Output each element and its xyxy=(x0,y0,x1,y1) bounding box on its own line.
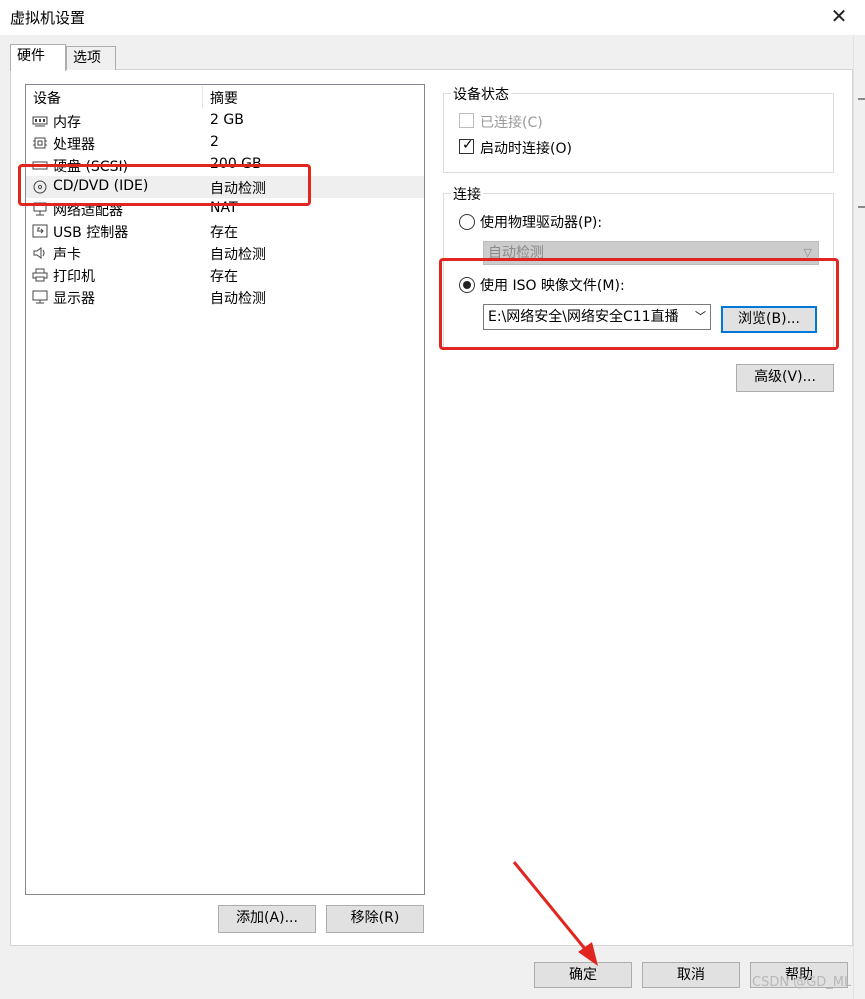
watermark: CSDN @GD_ML xyxy=(752,975,852,990)
annotation-arrow xyxy=(512,861,598,966)
arrow-shaft xyxy=(512,861,592,956)
vm-settings-window: 虚拟机设置 ✕ 硬件 选项 设备 摘要 内存 2 GB 处理器 2 硬盘 (SC… xyxy=(0,0,865,999)
